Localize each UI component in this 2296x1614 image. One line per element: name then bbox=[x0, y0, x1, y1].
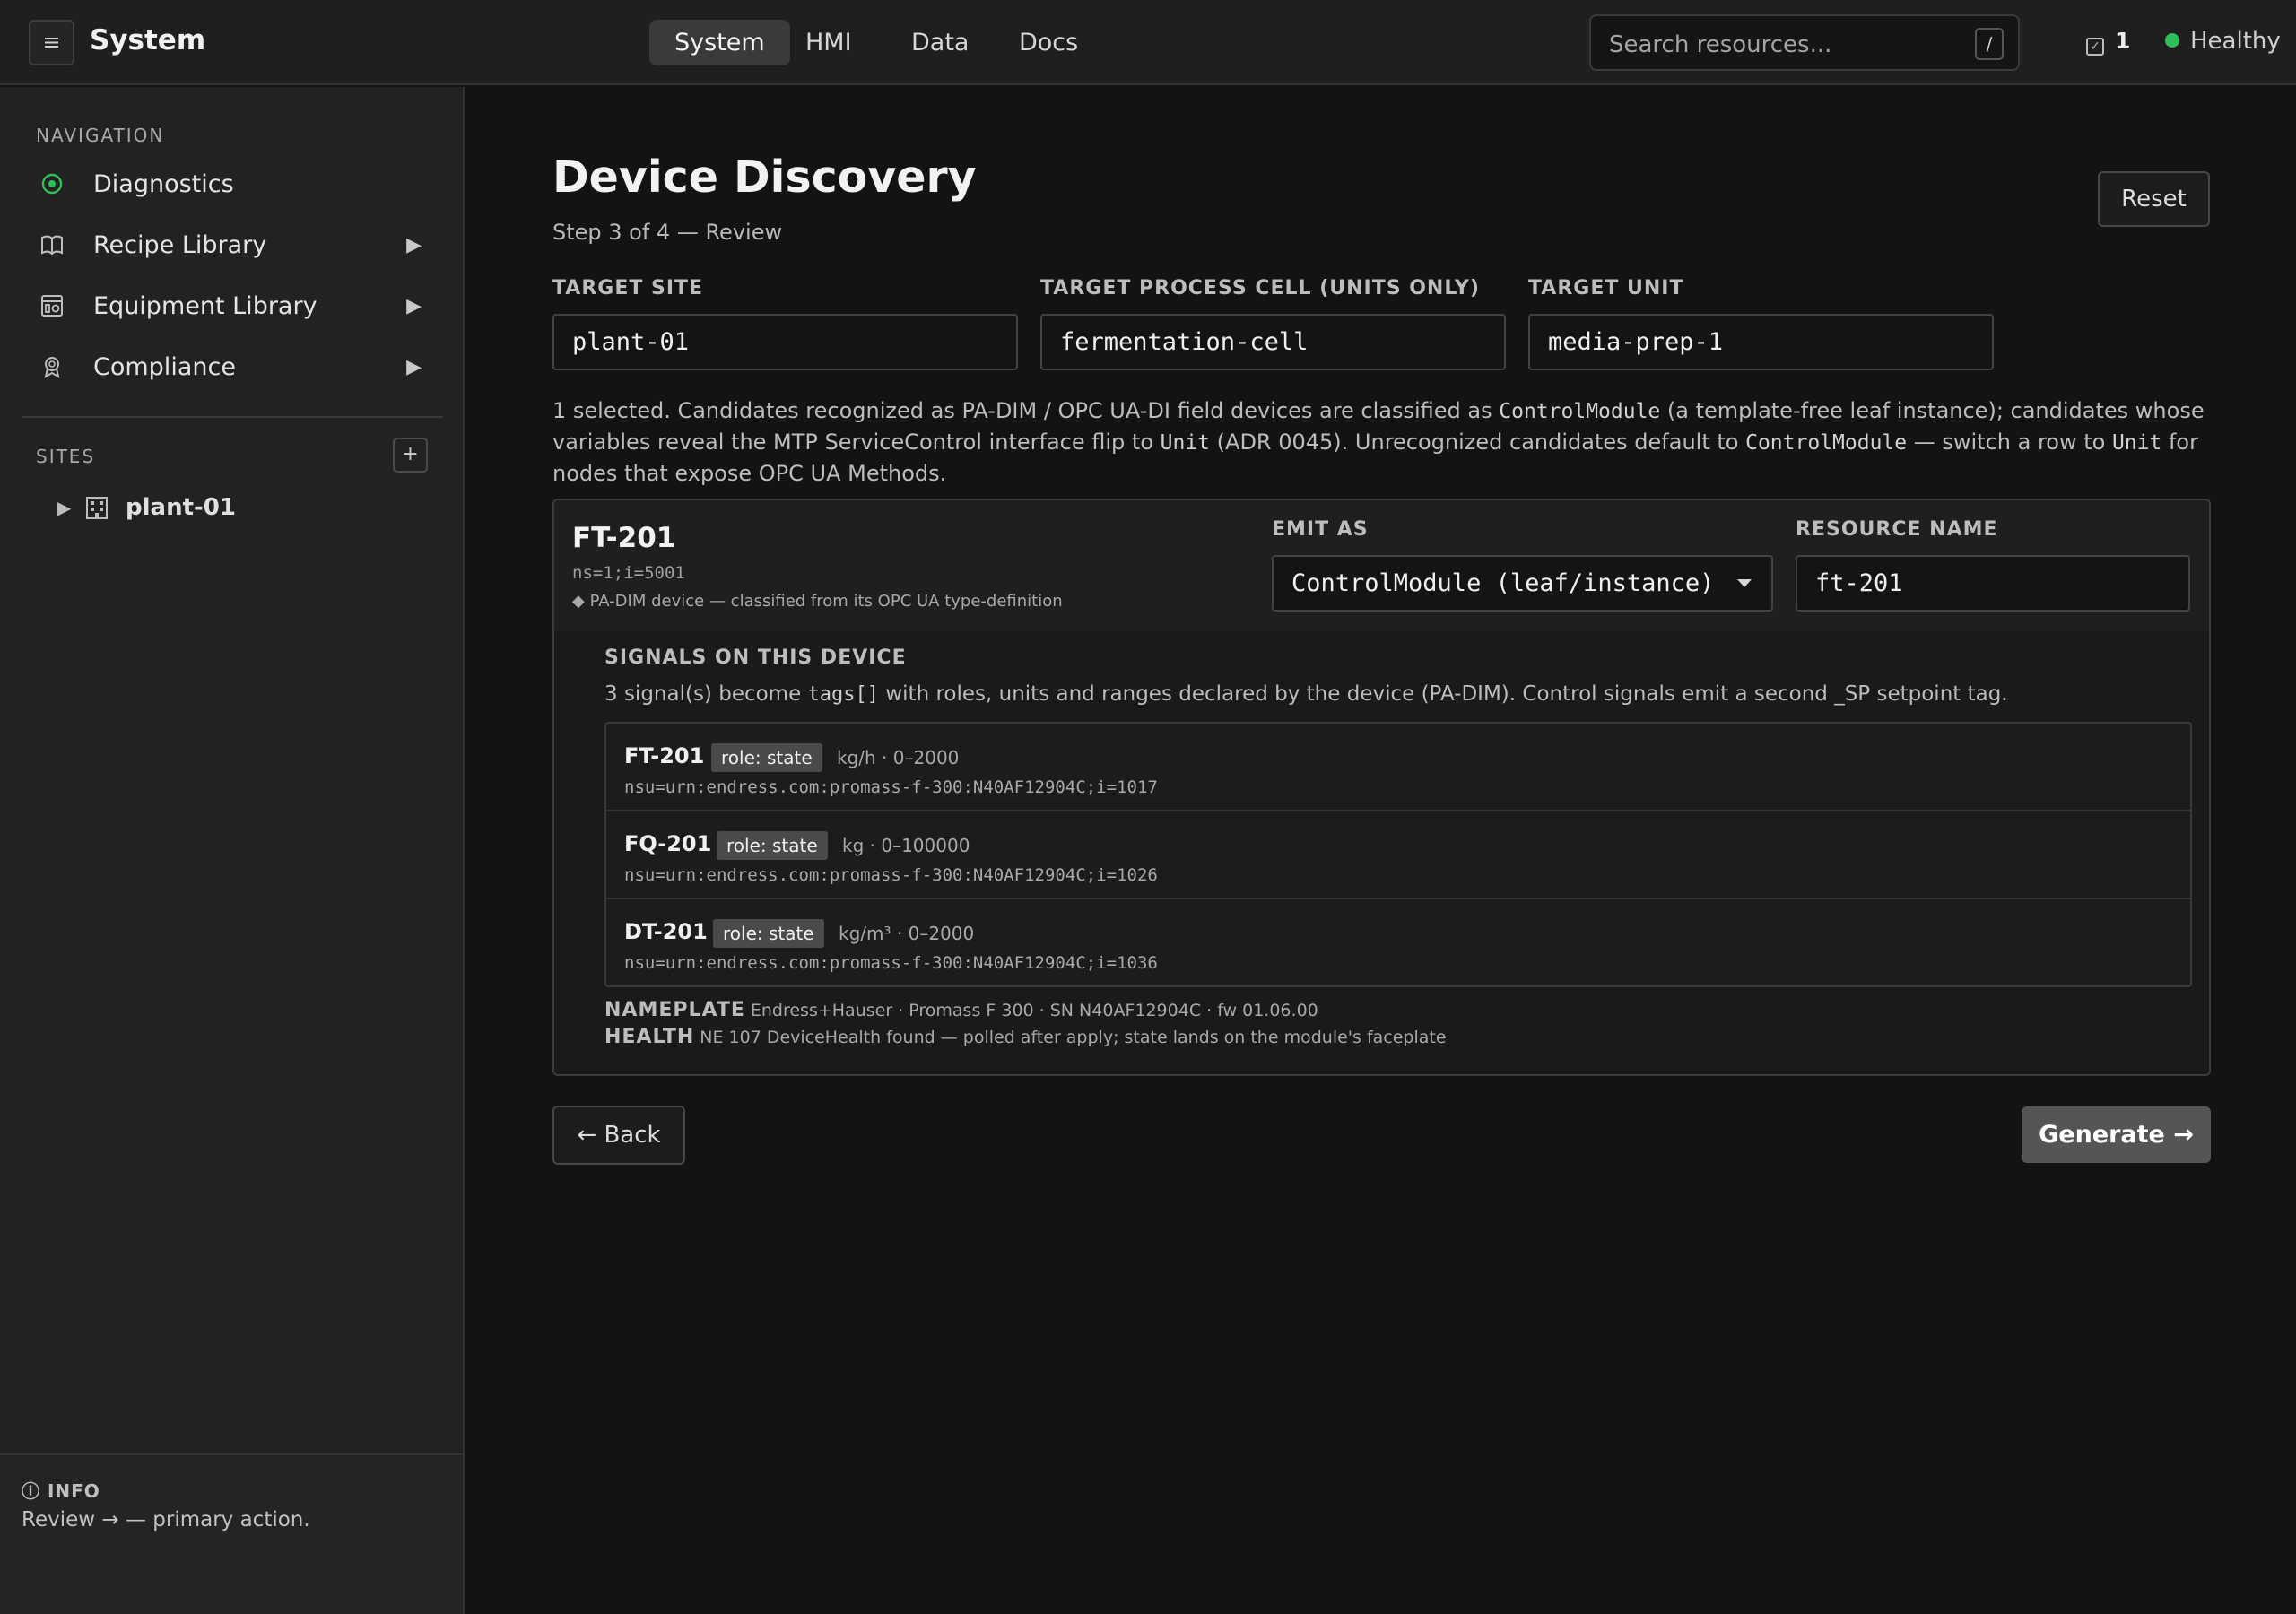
target-process-cell-label: TARGET PROCESS CELL (UNITS ONLY) bbox=[1040, 277, 1480, 299]
sidebar-item-label: Equipment Library bbox=[93, 292, 317, 320]
equipment-icon bbox=[41, 295, 63, 317]
device-header: FT-201 ns=1;i=5001 ◆ PA-DIM device — cla… bbox=[554, 500, 2209, 631]
device-node-id: ns=1;i=5001 bbox=[572, 563, 685, 583]
add-site-button[interactable]: + bbox=[393, 438, 428, 473]
health-value: NE 107 DeviceHealth found — polled after… bbox=[700, 1028, 1447, 1047]
generate-button[interactable]: Generate → bbox=[2022, 1106, 2211, 1163]
sidebar-item-compliance[interactable]: Compliance ▶ bbox=[36, 343, 430, 394]
resource-name-input[interactable]: ft-201 bbox=[1796, 555, 2190, 612]
tab-data[interactable]: Data bbox=[886, 20, 994, 65]
diagnostics-icon bbox=[41, 173, 63, 195]
chevron-down-icon bbox=[1737, 579, 1752, 587]
building-icon bbox=[86, 497, 108, 519]
page-title: Device Discovery bbox=[552, 152, 977, 203]
top-bar: ≡ System System HMI Data Docs Search res… bbox=[0, 0, 2296, 85]
sidebar-item-label: Recipe Library bbox=[93, 231, 267, 259]
health-status[interactable]: Healthy bbox=[2165, 28, 2281, 55]
book-icon bbox=[41, 235, 63, 256]
info-title: ⓘ INFO bbox=[22, 1477, 100, 1503]
signal-tag: FT-201 bbox=[624, 743, 705, 768]
signal-node-id: nsu=urn:endress.com:promass-f-300:N40AF1… bbox=[624, 777, 1158, 797]
emit-as-select[interactable]: ControlModule (leaf/instance) bbox=[1272, 555, 1773, 612]
resource-name-label: RESOURCE NAME bbox=[1796, 518, 1998, 541]
signal-node-id: nsu=urn:endress.com:promass-f-300:N40AF1… bbox=[624, 865, 1158, 885]
classification-description: 1 selected. Candidates recognized as PA-… bbox=[552, 398, 2205, 486]
target-process-cell-input[interactable]: fermentation-cell bbox=[1040, 314, 1506, 370]
role-badge: role: state bbox=[717, 831, 828, 860]
signals-description: 3 signal(s) become tags[] with roles, un… bbox=[604, 682, 2008, 706]
device-name: FT-201 bbox=[572, 522, 676, 554]
expand-arrow-icon[interactable]: ▶ bbox=[406, 295, 422, 317]
sidebar-item-recipe-library[interactable]: Recipe Library ▶ bbox=[36, 221, 430, 272]
sites-section-label: SITES bbox=[36, 446, 96, 467]
nav-section-label: NAVIGATION bbox=[36, 125, 165, 146]
badge-icon bbox=[44, 357, 60, 378]
status-dot-icon bbox=[2165, 33, 2179, 48]
sidebar-item-diagnostics[interactable]: Diagnostics bbox=[36, 161, 430, 211]
target-site-label: TARGET SITE bbox=[552, 277, 704, 299]
health-label: Healthy bbox=[2190, 28, 2281, 55]
main-content: Device Discovery Step 3 of 4 — Review Re… bbox=[466, 87, 2296, 1614]
signal-tag: DT-201 bbox=[624, 919, 708, 944]
nameplate-label: NAMEPLATE bbox=[604, 999, 745, 1021]
search-input[interactable]: Search resources... / bbox=[1589, 14, 2020, 71]
info-icon: ⓘ bbox=[22, 1480, 48, 1502]
search-placeholder: Search resources... bbox=[1609, 31, 1832, 58]
target-unit-input[interactable]: media-prep-1 bbox=[1528, 314, 1994, 370]
tasks-count: 1 bbox=[2115, 28, 2131, 54]
tab-system[interactable]: System bbox=[649, 20, 790, 65]
info-title-text: INFO bbox=[47, 1480, 100, 1502]
device-classification: ◆ PA-DIM device — classified from its OP… bbox=[572, 592, 1063, 611]
nameplate-line: NAMEPLATE Endress+Hauser · Promass F 300 … bbox=[604, 999, 1318, 1021]
role-badge: role: state bbox=[711, 743, 822, 772]
expand-arrow-icon[interactable]: ▶ bbox=[57, 497, 71, 518]
sidebar: NAVIGATION Diagnostics Recipe Library ▶ … bbox=[0, 87, 465, 1614]
sidebar-divider bbox=[22, 416, 443, 418]
device-card: FT-201 ns=1;i=5001 ◆ PA-DIM device — cla… bbox=[552, 499, 2211, 1076]
target-unit-label: TARGET UNIT bbox=[1528, 277, 1684, 299]
tab-docs[interactable]: Docs bbox=[994, 20, 1103, 65]
nameplate-value: Endress+Hauser · Promass F 300 · SN N40A… bbox=[750, 1001, 1318, 1020]
back-button[interactable]: ← Back bbox=[552, 1106, 685, 1165]
sidebar-item-label: Diagnostics bbox=[93, 170, 234, 198]
info-text: Review → — primary action. bbox=[22, 1508, 310, 1532]
signals-title: SIGNALS ON THIS DEVICE bbox=[604, 646, 907, 669]
menu-icon[interactable]: ≡ bbox=[29, 20, 74, 65]
table-row: FQ-201 role: state kg · 0–100000 nsu=urn… bbox=[606, 811, 2190, 899]
emit-as-value: ControlModule (leaf/instance) bbox=[1292, 569, 1715, 597]
sidebar-item-label: Compliance bbox=[93, 353, 236, 381]
signal-tag: FQ-201 bbox=[624, 831, 712, 856]
expand-arrow-icon[interactable]: ▶ bbox=[406, 234, 422, 256]
search-shortcut-key: / bbox=[1975, 28, 2004, 60]
health-line: HEALTH NE 107 DeviceHealth found — polled… bbox=[604, 1026, 1447, 1048]
site-label: plant-01 bbox=[126, 494, 236, 521]
app-title: System bbox=[90, 24, 206, 56]
signal-units: kg · 0–100000 bbox=[842, 835, 970, 856]
role-badge: role: state bbox=[713, 919, 824, 948]
checkbox-icon: ✓ bbox=[2086, 38, 2104, 56]
emit-as-label: EMIT AS bbox=[1272, 518, 1369, 541]
reset-button[interactable]: Reset bbox=[2098, 171, 2210, 227]
signal-node-id: nsu=urn:endress.com:promass-f-300:N40AF1… bbox=[624, 953, 1158, 973]
tab-hmi[interactable]: HMI bbox=[780, 20, 877, 65]
signal-units: kg/m³ · 0–2000 bbox=[839, 923, 975, 944]
signals-table: FT-201 role: state kg/h · 0–2000 nsu=urn… bbox=[604, 722, 2192, 987]
info-panel: ⓘ INFO Review → — primary action. bbox=[0, 1453, 463, 1614]
health-label: HEALTH bbox=[604, 1026, 695, 1048]
target-site-input[interactable]: plant-01 bbox=[552, 314, 1018, 370]
table-row: FT-201 role: state kg/h · 0–2000 nsu=urn… bbox=[606, 724, 2190, 811]
expand-arrow-icon[interactable]: ▶ bbox=[406, 356, 422, 378]
step-indicator: Step 3 of 4 — Review bbox=[552, 220, 783, 245]
tasks-indicator[interactable]: ✓ 1 bbox=[2086, 28, 2130, 56]
signal-units: kg/h · 0–2000 bbox=[837, 747, 960, 768]
sidebar-item-equipment-library[interactable]: Equipment Library ▶ bbox=[36, 282, 430, 333]
table-row: DT-201 role: state kg/m³ · 0–2000 nsu=ur… bbox=[606, 899, 2190, 987]
